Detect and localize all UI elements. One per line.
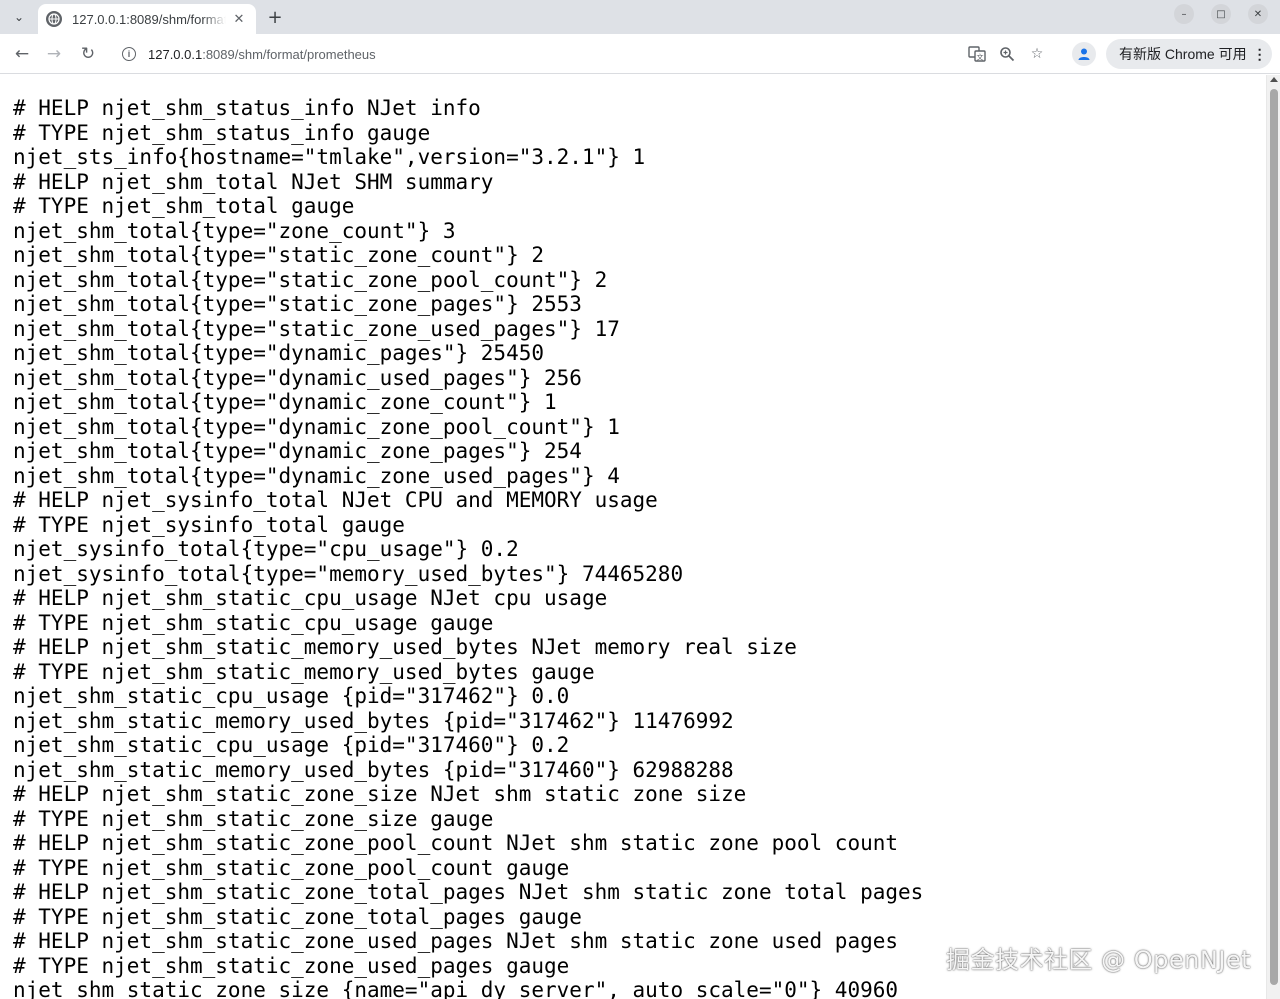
metric-line: njet_shm_total{type="dynamic_zone_count"… [13,390,557,414]
metric-line: # TYPE njet_shm_status_info gauge [13,120,431,145]
browser-toolbar: ← → ↻ i 127.0.0.1:8089/shm/format/promet… [0,34,1280,74]
page-viewport: # HELP njet_shm_status_info NJet info # T… [0,75,1266,999]
tab-active[interactable]: 127.0.0.1:8089/shm/format/prometheus ✕ [38,4,256,34]
metric-line: # TYPE njet_sysinfo_total gauge [13,512,405,537]
metric-line: njet_shm_total{type="dynamic_zone_pages"… [13,439,582,463]
metric-line: njet_shm_total{type="static_zone_used_pa… [13,316,620,341]
zoom-icon[interactable] [996,43,1018,65]
metric-line: # HELP njet_shm_static_memory_used_bytes… [13,635,797,659]
profile-avatar-icon[interactable] [1072,42,1096,66]
scrollbar-thumb[interactable] [1270,89,1278,985]
metric-line: njet_shm_total{type="dynamic_used_pages"… [13,365,582,390]
scroll-up-arrow-icon[interactable] [1270,77,1278,82]
metric-line: njet_shm_static_zone_size {name="api_dy_… [13,978,899,999]
metric-line: # HELP njet_shm_static_cpu_usage NJet cp… [13,586,608,610]
metric-line: # TYPE njet_shm_static_zone_total_pages … [13,904,582,929]
prometheus-metrics-text: # HELP njet_shm_status_info NJet info # T… [13,96,1263,999]
close-icon[interactable]: ✕ [230,10,248,28]
metric-line: njet_shm_static_memory_used_bytes {pid="… [13,757,734,782]
metric-line: # HELP njet_shm_total NJet SHM summary [13,169,494,194]
watermark: 掘金技术社区 @ OpenNJet [946,946,1252,974]
minimize-icon[interactable]: – [1174,4,1194,24]
metric-line: njet_sysinfo_total{type="cpu_usage"} 0.2 [13,537,519,561]
window-close-icon[interactable]: ✕ [1248,4,1268,24]
maximize-icon[interactable]: □ [1211,4,1231,24]
update-label: 有新版 Chrome 可用 [1119,46,1247,62]
metric-line: njet_shm_total{type="dynamic_pages"} 254… [13,341,545,365]
site-info-icon[interactable]: i [122,47,136,61]
translate-icon[interactable]: 文 [966,43,988,65]
metric-line: njet_sysinfo_total{type="memory_used_byt… [13,561,684,586]
metric-line: njet_shm_total{type="static_zone_pages"}… [13,292,582,316]
chrome-update-button[interactable]: 有新版 Chrome 可用 ⋮ [1106,39,1272,69]
metric-line: # HELP njet_shm_static_zone_total_pages … [13,880,924,904]
metric-line: njet_shm_static_cpu_usage {pid="317462"}… [13,684,570,708]
back-arrow-icon[interactable]: ← [8,41,36,67]
metric-line: # TYPE njet_shm_static_memory_used_bytes… [13,659,595,684]
metric-line: # TYPE njet_shm_static_cpu_usage gauge [13,610,494,635]
new-tab-plus-icon[interactable]: + [262,4,288,30]
metric-line: njet_shm_total{type="static_zone_count"}… [13,243,545,267]
metric-line: # HELP njet_sysinfo_total NJet CPU and M… [13,488,658,512]
metric-line: njet_shm_total{type="zone_count"} 3 [13,218,456,243]
metric-line: # HELP njet_shm_status_info NJet info [13,96,481,120]
metric-line: # HELP njet_shm_static_zone_pool_count N… [13,831,899,855]
metric-line: njet_shm_total{type="dynamic_zone_used_p… [13,463,620,488]
reload-icon[interactable]: ↻ [74,41,102,67]
metric-line: njet_shm_static_memory_used_bytes {pid="… [13,708,734,733]
vertical-scrollbar[interactable] [1266,75,1280,999]
svg-text:文: 文 [977,53,984,62]
metric-line: njet_sts_info{hostname="tmlake",version=… [13,145,646,169]
metric-line: # TYPE njet_shm_static_zone_size gauge [13,806,494,831]
tab-search-chevron-icon[interactable]: ⌄ [6,4,32,30]
forward-arrow-icon[interactable]: → [40,41,68,67]
metric-line: njet_shm_total{type="dynamic_zone_pool_c… [13,414,620,439]
url-text: 127.0.0.1:8089/shm/format/prometheus [148,46,376,62]
bookmark-star-icon[interactable]: ☆ [1026,43,1048,65]
globe-icon [46,11,62,27]
metric-line: # HELP njet_shm_static_zone_size NJet sh… [13,782,747,806]
metric-line: # TYPE njet_shm_total gauge [13,194,355,218]
metric-line: njet_shm_static_cpu_usage {pid="317460"}… [13,733,570,757]
metric-line: njet_shm_total{type="static_zone_pool_co… [13,267,608,292]
kebab-menu-icon[interactable]: ⋮ [1253,46,1267,63]
tab-strip: ⌄ 127.0.0.1:8089/shm/format/prometheus ✕… [0,0,1280,34]
tab-title: 127.0.0.1:8089/shm/format/prometheus [72,11,226,27]
metric-line: # TYPE njet_shm_static_zone_pool_count g… [13,855,570,880]
